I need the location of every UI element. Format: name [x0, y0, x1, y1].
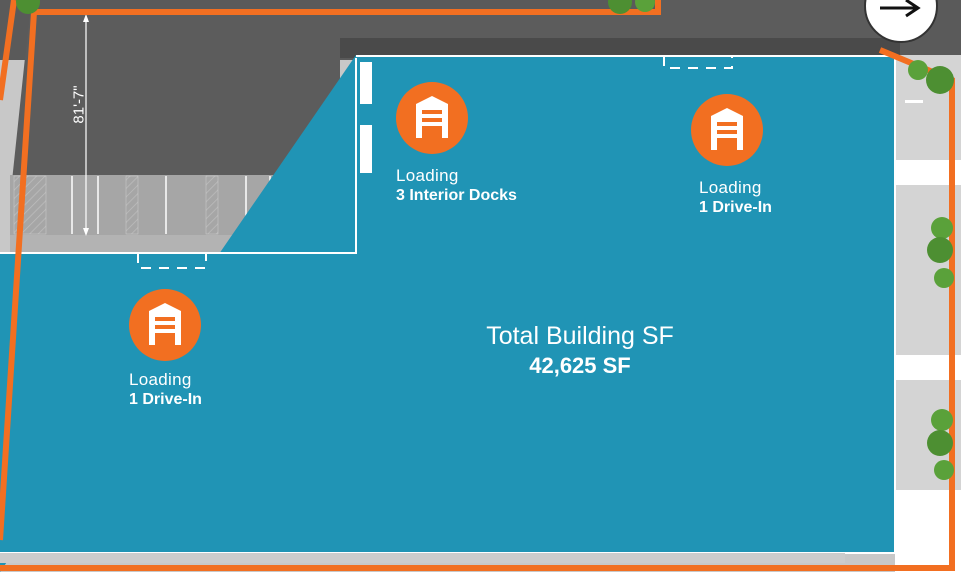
garage-door-icon	[396, 82, 468, 154]
total-value: 42,625 SF	[529, 353, 631, 378]
loading-label-drive-in-west: Loading 1 Drive-In	[129, 370, 202, 410]
total-building-sf: Total Building SF 42,625 SF	[430, 322, 730, 379]
south-walk	[0, 553, 845, 563]
dock-door-2	[360, 125, 372, 173]
dimension-label: 81'-7"	[70, 85, 88, 124]
site-plan: 81'-7" Loading 3 Interior Docks Loading …	[0, 0, 961, 572]
east-mark	[905, 100, 923, 103]
loading-detail: 1 Drive-In	[129, 391, 202, 409]
loading-label-drive-in-north: Loading 1 Drive-In	[699, 178, 772, 218]
loading-detail: 3 Interior Docks	[396, 187, 517, 205]
loading-label-interior-docks: Loading 3 Interior Docks	[396, 166, 517, 206]
total-label: Total Building SF	[486, 322, 674, 350]
loading-title: Loading	[699, 178, 762, 197]
loading-title: Loading	[129, 370, 192, 389]
loading-title: Loading	[396, 166, 459, 185]
site-plan-drawing	[0, 0, 961, 572]
garage-door-icon	[691, 94, 763, 166]
dock-door-1	[360, 62, 372, 104]
garage-door-icon	[129, 289, 201, 361]
loading-detail: 1 Drive-In	[699, 199, 772, 217]
